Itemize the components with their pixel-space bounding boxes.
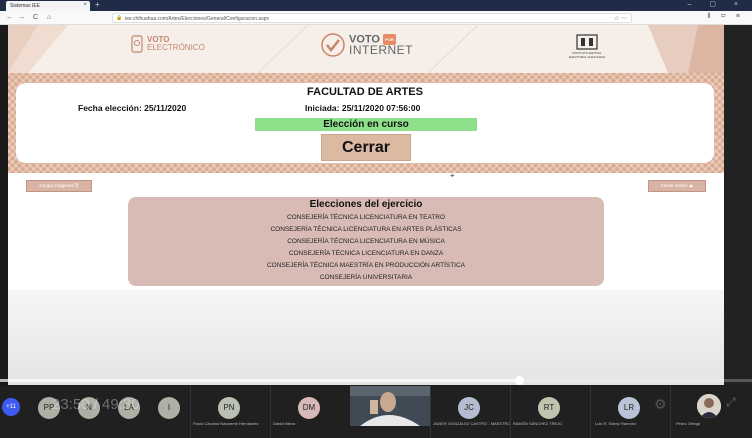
institution-seal-icon <box>576 34 598 50</box>
participant-camera-video[interactable] <box>350 386 430 426</box>
participant-avatar[interactable]: DM <box>298 397 320 419</box>
faculty-title: FACULTAD DE ARTES <box>307 86 423 98</box>
url-bar[interactable]: 🔒 iee.chihuahua.com/Artes/Elecciones/Gen… <box>112 13 632 23</box>
participant-avatar[interactable]: RT <box>538 397 560 419</box>
upload-images-button[interactable]: Cargar imágenes ⎘ <box>26 180 92 192</box>
institution-name: INSTITUTO ESTATAL ELECTORAL CHIHUAHUA <box>568 51 606 59</box>
check-seal-icon <box>321 33 345 57</box>
participant-avatar[interactable]: JC <box>458 397 480 419</box>
forward-icon[interactable]: → <box>18 13 25 22</box>
tab-title: Sistemas IEE <box>10 3 41 9</box>
election-item[interactable]: CONSEJERÍA TÉCNICA LICENCIATURA EN DANZA <box>128 250 604 257</box>
divider <box>430 386 431 438</box>
page-lower-area <box>8 290 724 385</box>
lock-icon: 🔒 <box>116 15 123 21</box>
page-header: VOTO ELECTRÓNICO VOTO POR INTERNET INSTI… <box>8 25 724 73</box>
participant-name: Luis R. Sáenz Ramírez <box>595 421 637 426</box>
election-band: FACULTAD DE ARTES Fecha elección: 25/11/… <box>8 73 724 173</box>
participant-name: Paola Carolina Navarrete Hernández <box>193 421 259 426</box>
url-text: iee.chihuahua.com/Artes/Elecciones/Gener… <box>125 16 269 22</box>
elections-panel: Elecciones del ejercicio CONSEJERÍA TÉCN… <box>128 197 604 286</box>
participant-name: Daniel Meza <box>273 421 296 426</box>
browser-tab[interactable]: Sistemas IEE × <box>6 1 90 11</box>
divider <box>510 386 511 438</box>
divider <box>270 386 271 438</box>
logo-voto-internet: VOTO POR INTERNET <box>320 32 413 58</box>
logo-vi-line2: INTERNET <box>349 43 413 58</box>
election-item[interactable]: CONSEJERÍA TÉCNICA LICENCIATURA EN TEATR… <box>128 214 604 221</box>
divider <box>670 386 671 438</box>
window-controls[interactable]: – ▢ × <box>688 0 746 10</box>
tab-close-icon[interactable]: × <box>83 2 87 8</box>
toolbar-icons[interactable]: ⫴ ▭ ≡ <box>707 13 744 21</box>
web-page: VOTO ELECTRÓNICO VOTO POR INTERNET INSTI… <box>8 25 724 385</box>
more-participants-badge[interactable]: +11 <box>2 398 20 416</box>
participant-name: RAMÓN SÁNCHEZ TREJO <box>513 421 563 426</box>
video-seekbar[interactable] <box>0 376 752 385</box>
participant-photo[interactable] <box>697 394 721 418</box>
logout-button[interactable]: Cerrar sesión ⏏ <box>648 180 706 192</box>
participant-name: JAVIER GONZÁLEZ CASTRO - MAESTRO <box>433 421 511 426</box>
back-icon[interactable]: ← <box>6 13 13 22</box>
logo-voto-electronico: VOTO ELECTRÓNICO <box>130 35 205 53</box>
election-start: Iniciada: 25/11/2020 07:56:00 <box>305 103 421 113</box>
expand-icon[interactable]: ⤢ <box>726 395 736 410</box>
status-badge: Elección en curso <box>255 118 477 131</box>
reload-icon[interactable]: C <box>33 13 38 22</box>
right-edge <box>724 25 752 385</box>
election-item[interactable]: CONSEJERÍA TÉCNICA MAESTRÍA EN PRODUCCIÓ… <box>128 262 604 269</box>
gear-icon[interactable]: ⚙ <box>654 396 667 413</box>
url-actions[interactable]: ☆ ⋯ <box>614 15 627 22</box>
mouse-cursor-icon: ⌖ <box>450 171 455 180</box>
seekbar-progress <box>0 379 519 382</box>
logo-ve-line2: ELECTRÓNICO <box>147 43 205 52</box>
participant-avatar[interactable]: I <box>158 397 180 419</box>
video-timecode: 23:50 / 49:30 <box>52 396 140 413</box>
participant-name: Pedro Ortega <box>676 421 701 426</box>
close-election-button[interactable]: Cerrar <box>321 134 411 161</box>
election-item[interactable]: CONSEJERÍA UNIVERSITARIA <box>128 274 604 281</box>
election-date: Fecha elección: 25/11/2020 <box>78 103 187 113</box>
fingerprint-icon <box>131 35 143 53</box>
seekbar-handle[interactable] <box>514 376 524 385</box>
person-photo <box>697 394 721 418</box>
participant-avatar[interactable]: PN <box>218 397 240 419</box>
home-icon[interactable]: ⌂ <box>47 13 51 22</box>
browser-navbar: ← → C ⌂ 🔒 iee.chihuahua.com/Artes/Elecci… <box>0 11 752 25</box>
election-item[interactable]: CONSEJERÍA TÉCNICA LICENCIATURA EN ARTES… <box>128 226 604 233</box>
divider <box>590 386 591 438</box>
election-card: FACULTAD DE ARTES Fecha elección: 25/11/… <box>16 83 714 163</box>
browser-titlebar: Sistemas IEE × + – ▢ × <box>0 0 752 11</box>
election-item[interactable]: CONSEJERÍA TÉCNICA LICENCIATURA EN MÚSIC… <box>128 238 604 245</box>
camera-frame <box>350 386 430 426</box>
new-tab-button[interactable]: + <box>95 0 100 10</box>
logo-institucion: INSTITUTO ESTATAL ELECTORAL CHIHUAHUA <box>564 33 610 59</box>
elections-title: Elecciones del ejercicio <box>309 199 423 210</box>
divider <box>190 386 191 438</box>
participant-avatar[interactable]: LR <box>618 397 640 419</box>
